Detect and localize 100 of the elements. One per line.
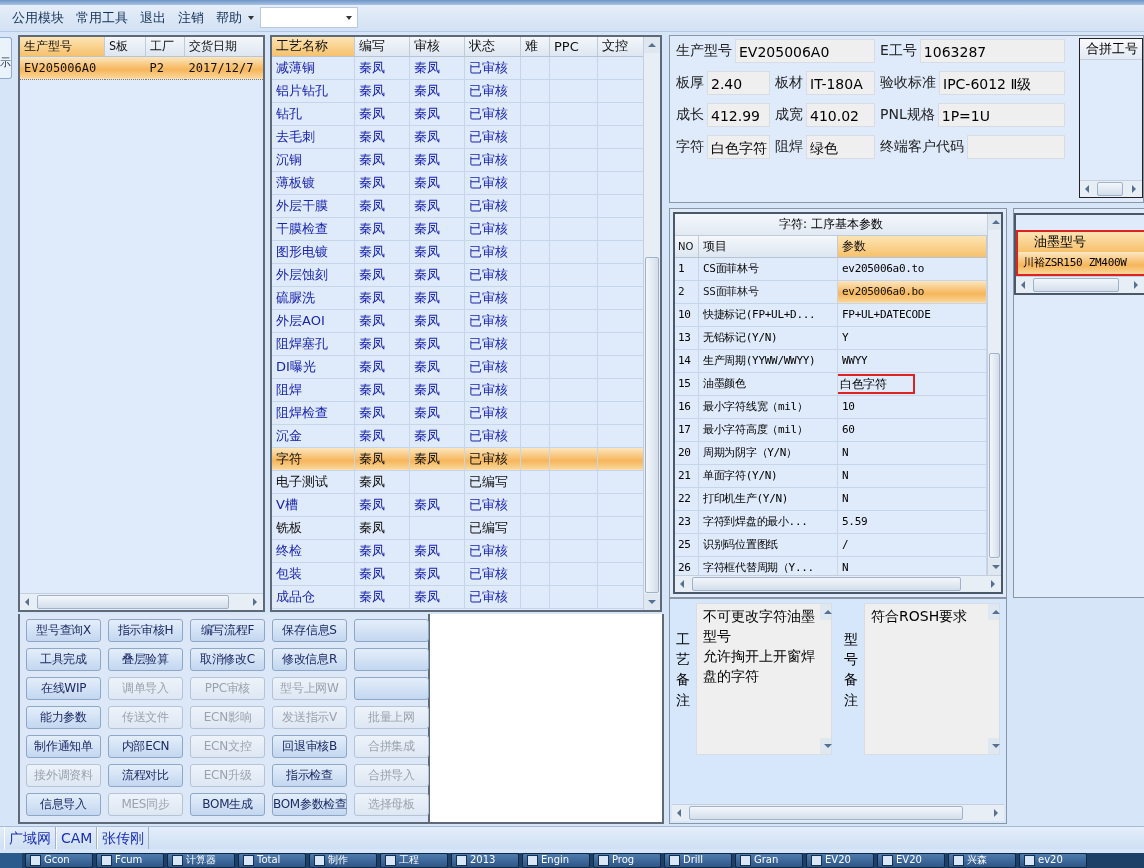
text-area[interactable]: 不可更改字符油墨型号 允许掏开上开窗焊盘的字符 — [696, 602, 832, 755]
text-field[interactable]: 1P=1U — [937, 102, 1065, 127]
taskbar-button[interactable]: 2013 — [451, 852, 519, 868]
action-button[interactable]: 能力参数 — [26, 705, 101, 729]
param-row[interactable]: 10 快捷标记(FP+UL+D... FP+UL+DATECODE — [675, 303, 987, 327]
scrollbar[interactable] — [643, 36, 660, 610]
column-header[interactable]: NO — [675, 235, 699, 258]
param-row[interactable]: 2 SS面菲林号 ev205006a0.bo — [675, 280, 987, 304]
status-tab[interactable]: 张传刚 — [97, 826, 150, 849]
order-row[interactable]: EV205006A0 P2 2017/12/7 — [20, 56, 263, 80]
text-area[interactable]: 符合ROSH要求 — [864, 602, 1000, 755]
taskbar-button[interactable]: 制作 — [309, 852, 377, 868]
column-header[interactable]: 状态 — [464, 36, 521, 57]
param-row[interactable]: 20 周期为阴字（Y/N） N — [675, 441, 987, 465]
column-header[interactable]: 生产型号 — [20, 36, 105, 57]
scrollbar[interactable] — [987, 213, 1001, 575]
param-row[interactable]: 23 字符到焊盘的最小... 5.59 — [675, 510, 987, 534]
status-tab[interactable]: CAM — [56, 826, 98, 849]
scrollbar[interactable] — [988, 603, 999, 754]
taskbar-button[interactable]: EV20 — [877, 852, 945, 868]
process-row[interactable]: 干膜检查 秦凤 秦凤 已审核 — [272, 217, 643, 241]
process-row[interactable]: DI曝光 秦凤 秦凤 已审核 — [272, 355, 643, 379]
action-button[interactable]: 叠层验算 — [108, 647, 183, 671]
text-field[interactable]: 1063287 — [919, 38, 1065, 63]
process-row[interactable]: 电子测试 秦凤 已编写 — [272, 470, 643, 494]
menu-item[interactable]: 帮助 — [210, 8, 248, 27]
column-header[interactable]: 文控 — [597, 36, 643, 57]
menu-item[interactable]: 公用模块 — [6, 8, 70, 27]
process-row[interactable]: 沉金 秦凤 秦凤 已审核 — [272, 424, 643, 448]
process-row[interactable]: 终检 秦凤 秦凤 已审核 — [272, 539, 643, 563]
text-field[interactable]: 白色字符 — [707, 134, 770, 159]
taskbar-button[interactable]: Fcum — [96, 852, 164, 868]
process-row[interactable]: 沉铜 秦凤 秦凤 已审核 — [272, 148, 643, 172]
action-button[interactable]: BOM参数检查 — [272, 792, 347, 816]
ink-table[interactable]: 油墨型号 川裕ZSR150 ZM400W — [1016, 229, 1144, 276]
scrollbar[interactable] — [672, 803, 1004, 821]
process-row[interactable]: 图形电镀 秦凤 秦凤 已审核 — [272, 240, 643, 264]
process-row[interactable]: 阻焊 秦凤 秦凤 已审核 — [272, 378, 643, 402]
taskbar-button[interactable]: Gran — [735, 852, 803, 868]
taskbar-button[interactable]: Engin — [522, 852, 590, 868]
process-row[interactable]: 字符 秦凤 秦凤 已审核 — [272, 447, 643, 471]
action-button[interactable]: 取消修改C — [190, 647, 265, 671]
taskbar-button[interactable]: EV20 — [806, 852, 874, 868]
action-button[interactable] — [354, 618, 429, 642]
param-row[interactable]: 16 最小字符线宽（mil） 10 — [675, 395, 987, 419]
param-row[interactable]: 14 生产周期(YYWW/WWYY) WWYY — [675, 349, 987, 373]
column-header[interactable]: 工厂 — [145, 36, 185, 57]
action-button[interactable]: 指示检查 — [272, 763, 347, 787]
action-button[interactable]: 流程对比 — [108, 763, 183, 787]
param-row[interactable]: 1 CS面菲林号 ev205006a0.to — [675, 257, 987, 281]
taskbar-button[interactable]: ev20 — [1019, 852, 1087, 868]
column-header[interactable]: 油墨型号 — [1018, 231, 1144, 252]
status-tab[interactable]: 广域网 — [4, 826, 56, 849]
text-field[interactable]: 绿色 — [806, 134, 875, 159]
text-field[interactable]: 412.99 — [707, 102, 770, 127]
column-header[interactable]: 难 — [520, 36, 550, 57]
text-field[interactable]: EV205006A0 — [735, 38, 875, 63]
process-row[interactable]: 包装 秦凤 秦凤 已审核 — [272, 562, 643, 586]
process-row[interactable]: 外层干膜 秦凤 秦凤 已审核 — [272, 194, 643, 218]
column-header[interactable]: 工艺名称 — [272, 36, 355, 57]
process-row[interactable]: 外层蚀刻 秦凤 秦凤 已审核 — [272, 263, 643, 287]
caret-icon[interactable] — [248, 15, 254, 20]
scrollbar[interactable] — [1080, 179, 1142, 197]
action-button[interactable] — [354, 647, 429, 671]
taskbar-button[interactable]: Prog — [593, 852, 661, 868]
table-cell[interactable]: 川裕ZSR150 ZM400W — [1018, 251, 1144, 274]
dropdown-field[interactable] — [260, 7, 358, 29]
action-button[interactable]: 工具完成 — [26, 647, 101, 671]
process-row[interactable]: 减薄铜 秦凤 秦凤 已审核 — [272, 56, 643, 80]
menu-item[interactable]: 退出 — [134, 8, 172, 27]
text-field[interactable]: 410.02 — [806, 102, 875, 127]
action-button[interactable]: 编写流程F — [190, 618, 265, 642]
taskbar-button[interactable]: Total — [238, 852, 306, 868]
taskbar-button[interactable]: 兴森 — [948, 852, 1016, 868]
action-button[interactable]: BOM生成 — [190, 792, 265, 816]
param-row[interactable]: 15 油墨颜色 白色字符 — [675, 372, 987, 396]
taskbar-button[interactable]: 工程 — [380, 852, 448, 868]
process-row[interactable]: 阻焊检查 秦凤 秦凤 已审核 — [272, 401, 643, 425]
action-button[interactable]: 在线WIP — [26, 676, 101, 700]
text-field[interactable]: IPC-6012 Ⅱ级 — [939, 70, 1065, 95]
action-button[interactable]: 型号查询X — [26, 618, 101, 642]
column-header[interactable]: PPC — [549, 36, 598, 57]
menu-item[interactable]: 注销 — [172, 8, 210, 27]
action-button[interactable]: 信息导入 — [26, 792, 101, 816]
param-row[interactable]: 13 无铅标记(Y/N) Y — [675, 326, 987, 350]
process-row[interactable]: 硫脲洗 秦凤 秦凤 已审核 — [272, 286, 643, 310]
process-row[interactable]: 铣板 秦凤 已编写 — [272, 516, 643, 540]
param-row[interactable]: 17 最小字符高度（mil） 60 — [675, 418, 987, 442]
action-button[interactable]: 指示审核H — [108, 618, 183, 642]
process-row[interactable]: 成品仓 秦凤 秦凤 已审核 — [272, 585, 643, 609]
action-button[interactable]: 回退审核B — [272, 734, 347, 758]
process-row[interactable]: V槽 秦凤 秦凤 已审核 — [272, 493, 643, 517]
side-tab[interactable]: 示 — [0, 36, 12, 79]
param-row[interactable]: 21 单面字符(Y/N) N — [675, 464, 987, 488]
action-button[interactable]: 制作通知单 — [26, 734, 101, 758]
param-row[interactable]: 22 打印机生产(Y/N) N — [675, 487, 987, 511]
column-header[interactable]: S板 — [104, 36, 146, 57]
taskbar-button[interactable]: Drill — [664, 852, 732, 868]
text-field[interactable]: 2.40 — [707, 70, 770, 95]
scrollbar[interactable] — [820, 603, 831, 754]
